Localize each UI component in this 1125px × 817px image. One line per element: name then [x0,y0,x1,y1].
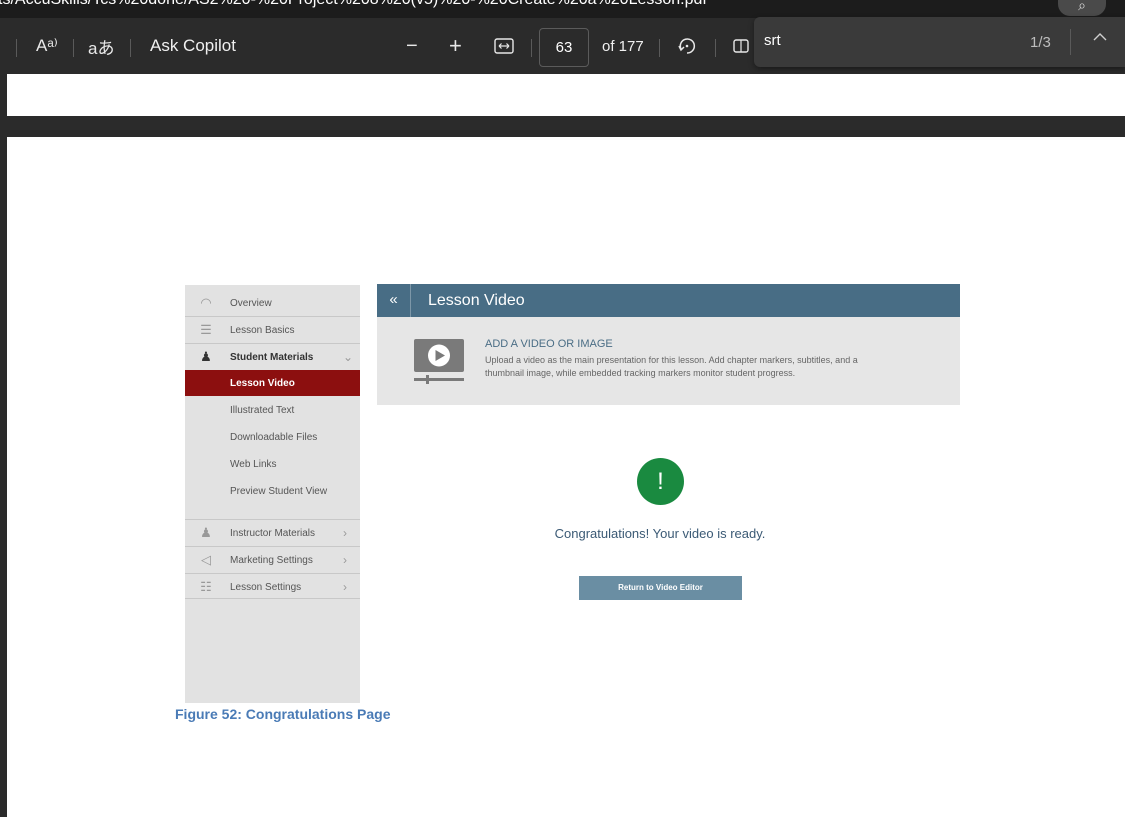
sidebar-item-label: Illustrated Text [230,405,295,416]
sidebar-item-label: Lesson Video [230,378,295,389]
sidebar-item-label: Preview Student View [230,486,328,497]
sidebar-item-downloadable-files[interactable]: Downloadable Files [185,424,360,450]
lesson-sidebar: ◠ Overview ☰ Lesson Basics ♟ Student Mat… [185,285,360,703]
sidebar-item-label: Web Links [230,459,277,470]
find-input[interactable]: srt [764,32,781,49]
sidebar-item-preview-student-view[interactable]: Preview Student View [185,478,360,504]
search-icon[interactable]: ⌕ [1058,0,1106,16]
student-icon: ♟ [200,349,212,364]
minus-icon: − [406,34,418,57]
sidebar-item-label: Downloadable Files [230,432,318,443]
rotate-icon [678,38,696,54]
return-to-video-editor-button[interactable]: Return to Video Editor [579,576,742,600]
gauge-icon: ◠ [200,295,212,310]
url-bar: ts/AccuSkills/Tcs%20done/AS2%20-%20Proje… [0,0,1125,18]
ask-copilot-button[interactable]: Ask Copilot [150,18,236,74]
figure-caption: Figure 52: Congratulations Page [175,706,391,722]
sidebar-item-lesson-basics[interactable]: ☰ Lesson Basics [185,317,360,343]
sidebar-item-instructor-materials[interactable]: ♟ Instructor Materials › [185,520,360,546]
toolbar-divider [130,39,131,57]
find-divider [1070,29,1071,55]
zoom-out-button[interactable]: − [406,18,418,74]
divider [185,598,360,599]
toolbar-divider [531,39,532,57]
megaphone-icon: ◁ [201,552,211,567]
sidebar-item-illustrated-text[interactable]: Illustrated Text [185,397,360,423]
plus-icon: + [449,33,462,58]
page-number-input[interactable]: 63 [539,28,589,67]
toolbar-divider [16,39,17,57]
panel-heading: ADD A VIDEO OR IMAGE [485,338,613,350]
pdf-page-previous [7,74,1125,116]
sidebar-item-label: Instructor Materials [230,528,316,539]
sidebar-item-label: Lesson Basics [230,325,295,336]
video-player-icon [414,339,464,384]
page-view-button[interactable] [733,18,751,74]
page-title: Lesson Video [428,292,525,309]
success-message: Congratulations! Your video is ready. [554,526,766,541]
settings-list-icon: ☷ [200,579,212,594]
sidebar-item-lesson-video[interactable]: Lesson Video [185,370,360,396]
read-aloud-icon: Aᵃ⁾ [36,36,58,55]
sidebar-item-overview[interactable]: ◠ Overview [185,290,360,316]
toolbar-divider [659,39,660,57]
instructor-icon: ♟ [200,525,212,540]
sidebar-item-label: Lesson Settings [230,582,302,593]
page-total: of 177 [602,18,644,74]
sidebar-item-label: Student Materials [230,352,314,363]
fit-width-icon [494,38,514,54]
toolbar-divider [73,39,74,57]
translate-icon: aあ [88,38,115,58]
read-aloud-button[interactable]: Aᵃ⁾ [36,18,58,74]
chevron-right-icon: › [343,526,347,540]
find-result-count: 1/3 [1030,34,1051,51]
sidebar-item-marketing-settings[interactable]: ◁ Marketing Settings › [185,547,360,573]
rotate-button[interactable] [677,18,697,74]
previous-result-button[interactable] [1092,28,1108,47]
sidebar-item-label: Overview [230,298,272,309]
success-icon: ! [637,458,684,505]
sidebar-item-lesson-settings[interactable]: ☷ Lesson Settings › [185,574,360,600]
zoom-in-button[interactable]: + [449,18,462,74]
toolbar-divider [715,39,716,57]
chevron-up-icon [1093,33,1107,41]
translate-button[interactable]: aあ [88,18,114,74]
page-view-icon [733,39,749,53]
sidebar-item-student-materials[interactable]: ♟ Student Materials ⌄ [185,344,360,370]
document-path: ts/AccuSkills/Tcs%20done/AS2%20-%20Proje… [0,0,707,9]
chevron-right-icon: › [343,580,347,594]
page-total-label: of 177 [602,37,644,55]
chevron-down-icon: ⌄ [343,350,354,364]
document-edit-icon: ☰ [200,322,212,337]
add-video-panel: ADD A VIDEO OR IMAGE Upload a video as t… [377,317,960,405]
fit-width-button[interactable] [494,18,514,74]
panel-description: Upload a video as the main presentation … [485,355,858,378]
lesson-video-header: « Lesson Video [377,284,960,317]
sidebar-item-web-links[interactable]: Web Links [185,451,360,477]
find-bar: srt 1/3 [754,17,1125,67]
collapse-sidebar-icon[interactable]: « [377,284,411,317]
chevron-right-icon: › [343,553,347,567]
ask-copilot-label: Ask Copilot [150,36,236,55]
sidebar-item-label: Marketing Settings [230,555,313,566]
